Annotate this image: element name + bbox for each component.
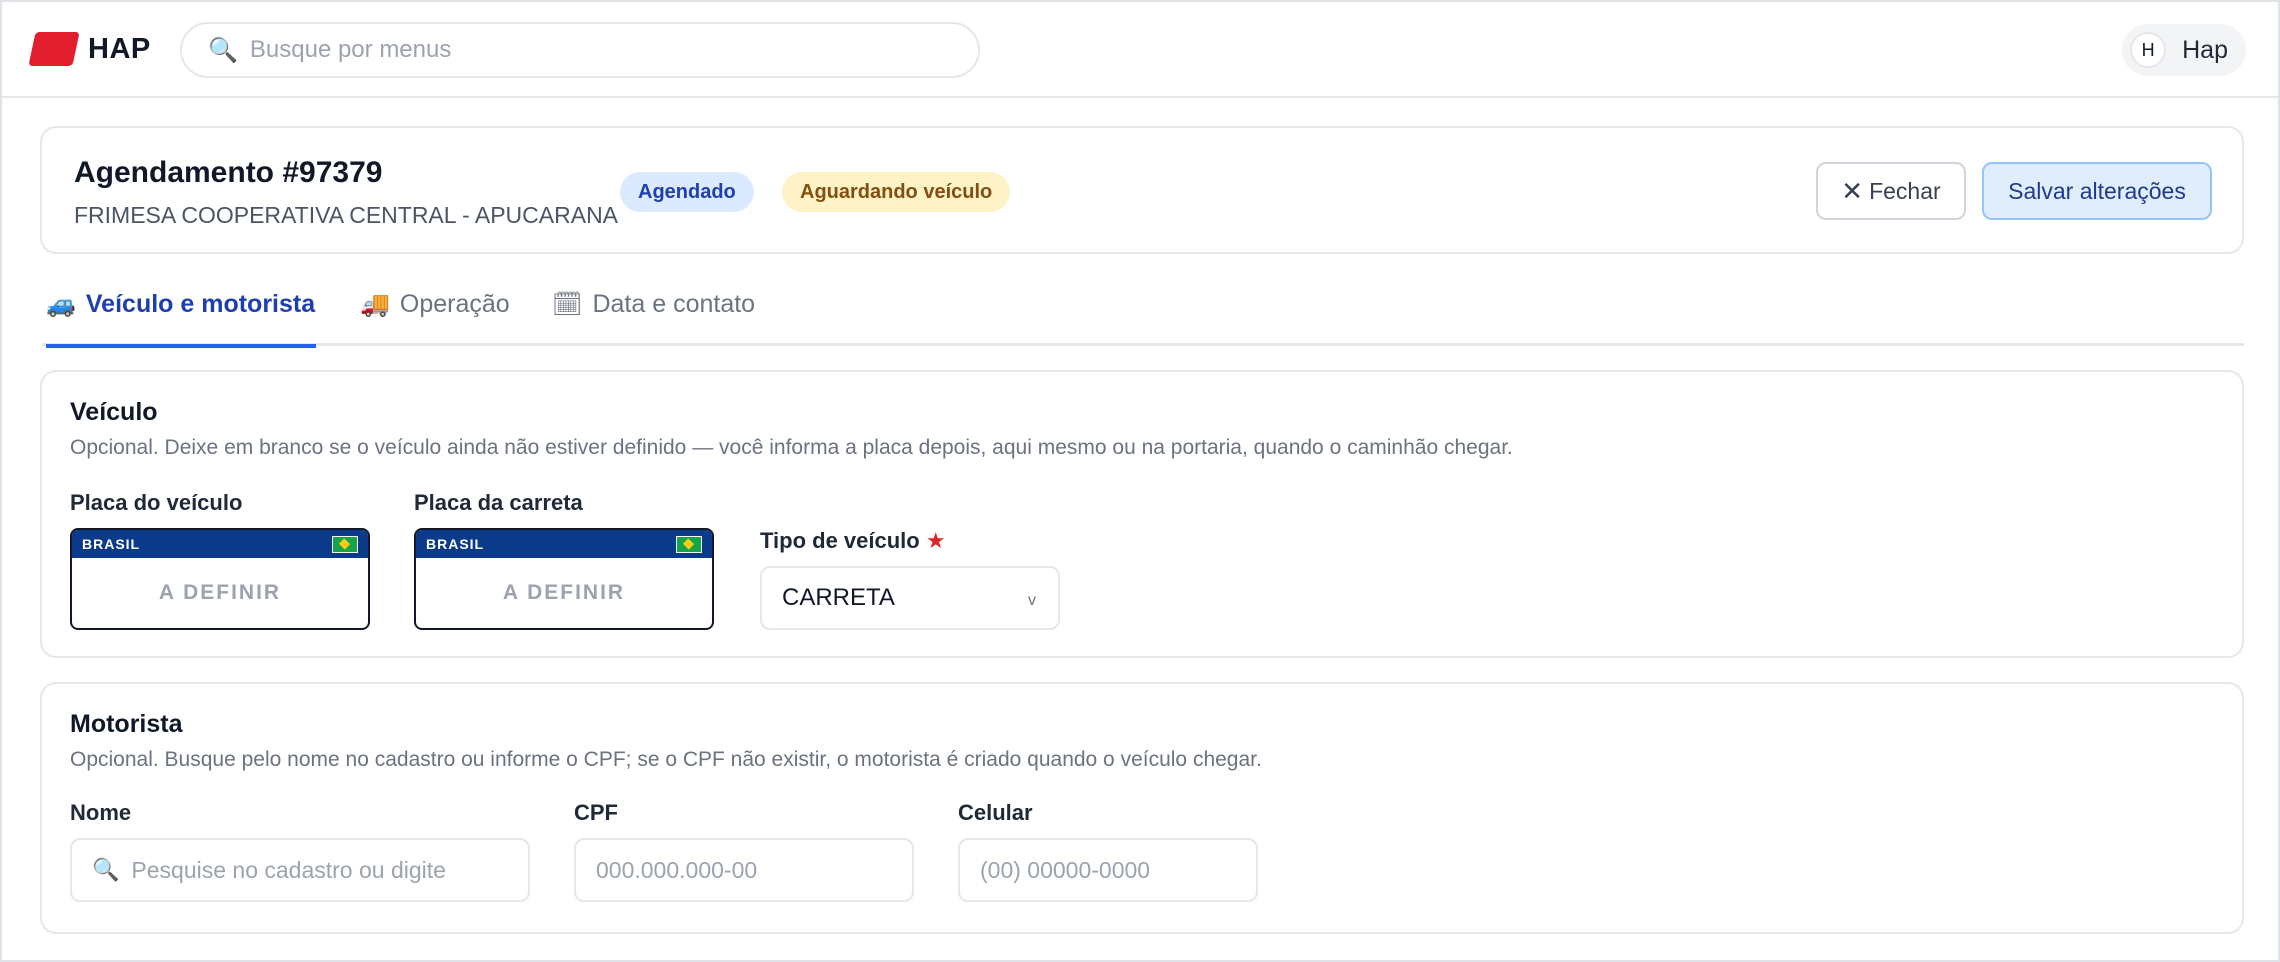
app-window: HAP 🔍 H Hap Agendamento #97379 FRIMESA C… (0, 0, 2280, 962)
plate-value: A DEFINIR (502, 581, 626, 604)
phone-placeholder: (00) 00000-0000 (980, 856, 1151, 883)
avatar: H (2130, 32, 2167, 68)
tab-operation[interactable]: 🚚 Operação (360, 290, 510, 346)
phone-label: Celular (958, 800, 1033, 825)
driver-name-label: Nome (70, 800, 132, 825)
brazil-flag-icon (332, 536, 358, 553)
trailer-plate-label: Placa da carreta (414, 490, 583, 515)
driver-section: Motorista Opcional. Busque pelo nome no … (40, 682, 2244, 934)
section-description: Opcional. Busque pelo nome no cadastro o… (70, 748, 1262, 771)
section-title: Veículo (70, 398, 158, 426)
vehicle-type-value: CARRETA (782, 584, 895, 611)
close-icon: ✕ (1841, 175, 1864, 206)
car-icon: 🚙 (46, 291, 76, 318)
driver-name-placeholder: Pesquise no cadastro ou digite (131, 856, 446, 883)
brand-name: HAP (88, 32, 151, 65)
tab-label: Data e contato (592, 290, 756, 318)
vehicle-section: Veículo Opcional. Deixe em branco se o v… (40, 370, 2244, 658)
status-badge-awaiting-vehicle: Aguardando veículo (782, 172, 1011, 212)
search-input[interactable] (249, 36, 930, 64)
tab-date-contact[interactable]: 🗓 Data e contato (552, 290, 755, 346)
vehicle-type-label: Tipo de veículo ★ (760, 528, 946, 554)
tab-vehicle-driver[interactable]: 🚙 Veículo e motorista (46, 290, 316, 348)
menu-search[interactable]: 🔍 (180, 22, 980, 78)
plate-header: BRASIL (72, 530, 368, 558)
cpf-input[interactable]: 000.000.000-00 (574, 838, 914, 902)
plate-country: BRASIL (426, 536, 485, 552)
user-menu[interactable]: H Hap (2122, 24, 2246, 76)
company-name: FRIMESA COOPERATIVA CENTRAL - APUCARANA (74, 202, 619, 228)
cpf-placeholder: 000.000.000-00 (596, 856, 758, 883)
tab-label: Veículo e motorista (85, 290, 316, 318)
search-icon: 🔍 (208, 36, 238, 64)
close-button-label: Fechar (1869, 177, 1941, 204)
tab-bar: 🚙 Veículo e motorista 🚚 Operação 🗓 Data … (42, 290, 2244, 348)
section-description: Opcional. Deixe em branco se o veículo a… (70, 436, 1513, 459)
user-name: Hap (2182, 35, 2228, 64)
save-changes-button[interactable]: Salvar alterações (1982, 162, 2212, 220)
plate-header: BRASIL (416, 530, 712, 558)
brazil-flag-icon (676, 536, 702, 553)
chevron-down-icon: v (1028, 592, 1036, 609)
logo-mark-icon (28, 32, 80, 66)
plate-country: BRASIL (82, 536, 141, 552)
cpf-label: CPF (574, 800, 618, 825)
page-title: Agendamento #97379 (74, 156, 383, 189)
trailer-plate-input[interactable]: BRASIL A DEFINIR (414, 528, 714, 630)
top-bar: HAP 🔍 H Hap (2, 2, 2278, 98)
truck-icon: 🚚 (360, 291, 390, 318)
section-title: Motorista (70, 710, 183, 738)
required-star-icon: ★ (925, 528, 946, 553)
driver-name-input[interactable]: 🔍 Pesquise no cadastro ou digite (70, 838, 530, 902)
plate-value: A DEFINIR (158, 581, 282, 604)
vehicle-plate-input[interactable]: BRASIL A DEFINIR (70, 528, 370, 630)
vehicle-type-label-text: Tipo de veículo (760, 528, 920, 553)
search-icon: 🔍 (92, 857, 120, 882)
tab-label: Operação (399, 290, 510, 318)
phone-input[interactable]: (00) 00000-0000 (958, 838, 1258, 902)
brand-logo[interactable]: HAP (28, 32, 151, 66)
calendar-icon: 🗓 (552, 291, 583, 318)
close-button[interactable]: ✕ Fechar (1816, 162, 1966, 220)
vehicle-type-select[interactable]: CARRETA v (760, 566, 1060, 630)
vehicle-plate-label: Placa do veículo (70, 490, 243, 515)
status-badge-scheduled: Agendado (620, 172, 754, 212)
appointment-header: Agendamento #97379 FRIMESA COOPERATIVA C… (40, 126, 2244, 254)
